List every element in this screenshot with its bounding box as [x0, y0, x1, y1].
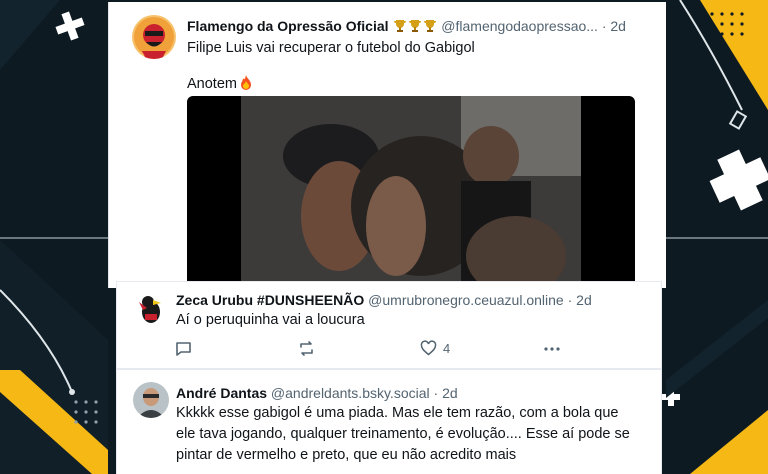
- post-text-line: Filipe Luis vai recuperar o futebol do G…: [187, 40, 475, 56]
- post-text-line: pintar de vermelho e preto, que eu não a…: [176, 447, 517, 463]
- reply-button[interactable]: [175, 338, 192, 358]
- more-button[interactable]: [543, 338, 561, 358]
- fire-icon: [240, 75, 251, 90]
- post-header: Zeca Urubu #DUNSHEENÃO @umrubronegro.ceu…: [176, 291, 592, 309]
- more-icon: [544, 346, 560, 351]
- post-text-line: ele tava jogando, qualquer treinamento, …: [176, 426, 630, 442]
- repost-button[interactable]: [298, 338, 315, 358]
- post-time[interactable]: 2d: [442, 385, 458, 401]
- like-count: 4: [443, 340, 451, 356]
- post-text-line: Kkkkk esse gabigol é uma piada. Mas ele …: [176, 405, 619, 421]
- reply-card[interactable]: Zeca Urubu #DUNSHEENÃO @umrubronegro.ceu…: [117, 282, 661, 368]
- post-card[interactable]: Flamengo da Opressão Oficial @flamengoda…: [108, 2, 666, 288]
- author-handle[interactable]: @umrubronegro.ceuazul.online: [368, 292, 564, 308]
- like-button[interactable]: 4: [420, 338, 450, 358]
- repost-icon: [300, 340, 313, 356]
- heart-icon: [420, 339, 437, 355]
- separator: ·: [433, 385, 439, 401]
- post-text-line: Anotem: [187, 74, 252, 95]
- trophy-icon: [394, 20, 407, 32]
- post-header: Flamengo da Opressão Oficial @flamengoda…: [187, 17, 626, 35]
- reply-icon: [176, 341, 191, 356]
- author-name[interactable]: Flamengo da Opressão Oficial: [187, 18, 389, 34]
- avatar[interactable]: [133, 382, 169, 418]
- post-text: Anotem: [187, 76, 237, 92]
- video-thumbnail[interactable]: [187, 96, 635, 288]
- trophy-icon: [409, 20, 422, 32]
- separator: ·: [601, 18, 607, 34]
- author-handle[interactable]: @andreldants.bsky.social: [271, 385, 430, 401]
- action-bar: 4: [175, 338, 575, 358]
- avatar[interactable]: [132, 15, 176, 59]
- author-handle[interactable]: @flamengodaopressao...: [441, 18, 598, 34]
- reply-card[interactable]: André Dantas @andreldants.bsky.social · …: [117, 370, 661, 474]
- post-time[interactable]: 2d: [610, 18, 626, 34]
- author-name[interactable]: Zeca Urubu #DUNSHEENÃO: [176, 292, 364, 308]
- trophy-icon: [424, 20, 437, 32]
- post-text: Aí o peruquinha vai a loucura: [176, 312, 365, 328]
- author-name[interactable]: André Dantas: [176, 385, 267, 401]
- separator: ·: [567, 292, 573, 308]
- avatar[interactable]: [133, 290, 169, 326]
- post-header: André Dantas @andreldants.bsky.social · …: [176, 384, 458, 402]
- post-time[interactable]: 2d: [576, 292, 592, 308]
